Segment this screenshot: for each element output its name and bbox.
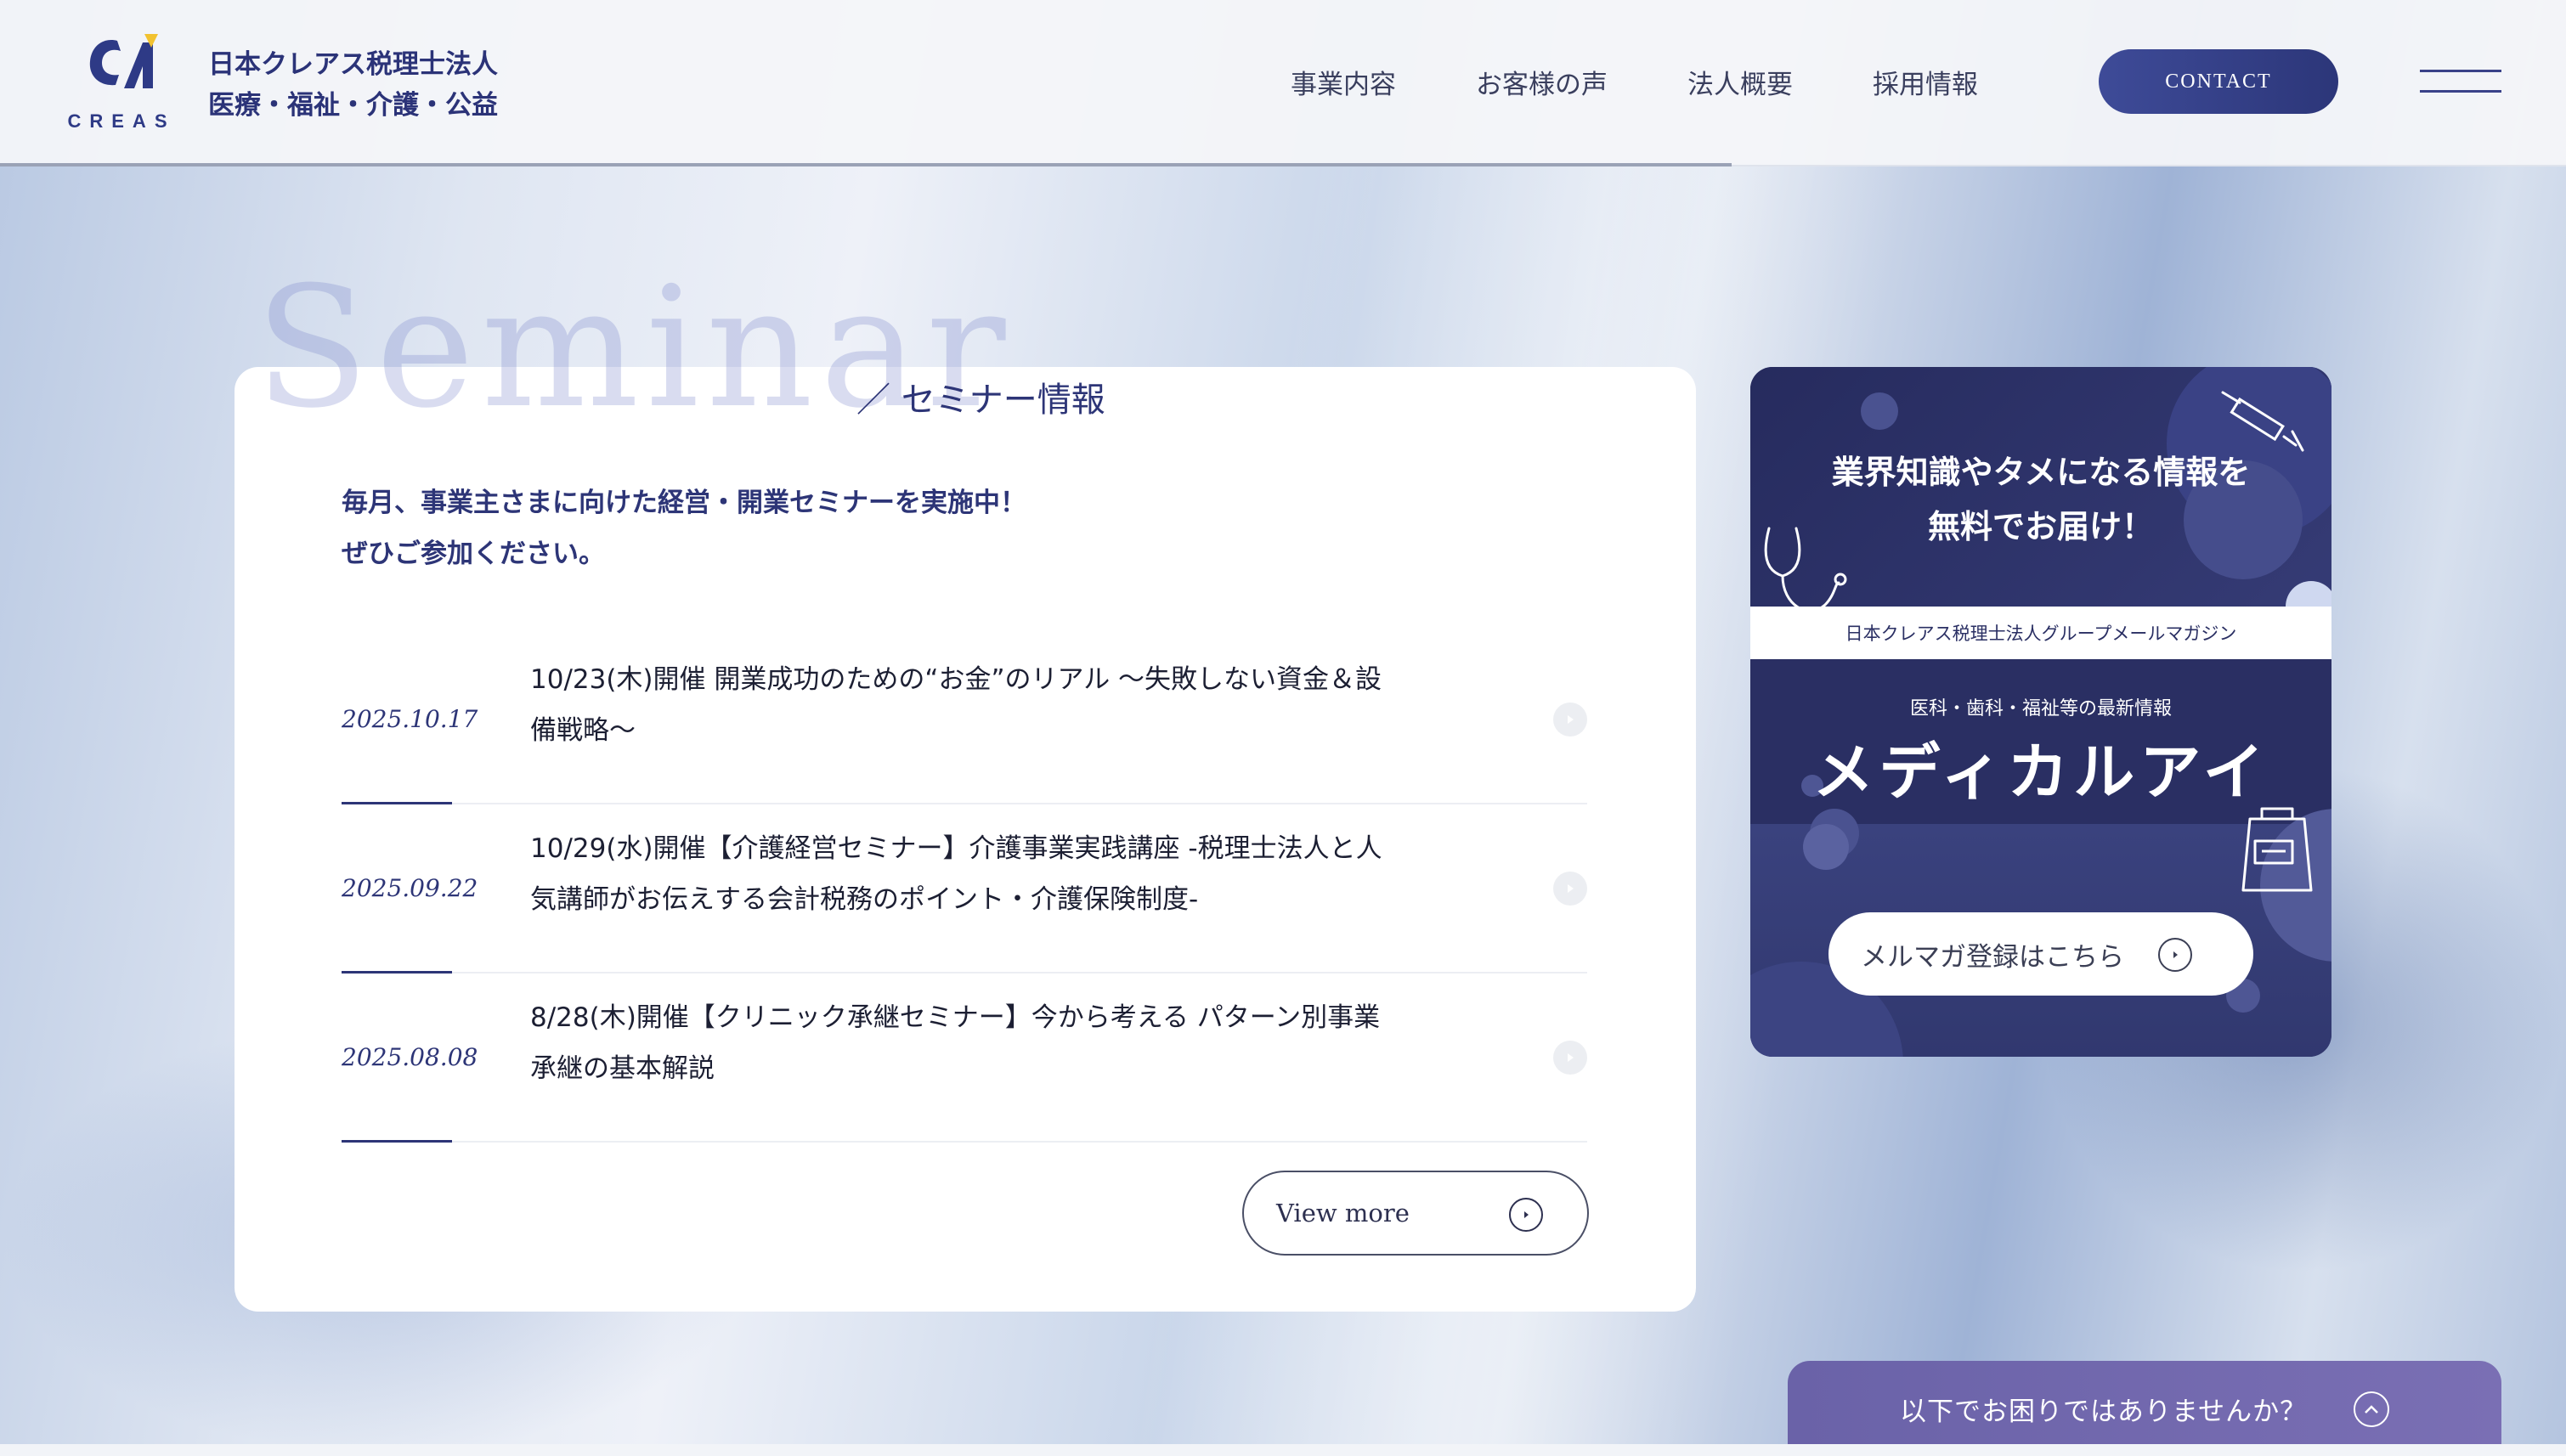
- seminar-item-title[interactable]: 10/29(水)開催【介護経営セミナー】介護事業実践講座 -税理士法人と人気講師…: [530, 823, 1388, 925]
- newsletter-title: メディカルアイ: [1812, 736, 2269, 808]
- play-arrow-icon: [1509, 1198, 1543, 1232]
- newsletter-banner[interactable]: 業界知識やタメになる情報を 無料でお届け！ 日本クレアス税理士法人グループメール…: [1750, 367, 2331, 1057]
- seminar-item-date: 2025.08.08: [342, 1043, 478, 1071]
- deco-bubble: [1861, 392, 1898, 430]
- creas-logo-mark-icon: [89, 34, 158, 88]
- play-arrow-icon: [1553, 702, 1587, 736]
- newsletter-strip: 日本クレアス税理士法人グループメールマガジン: [1750, 607, 2331, 659]
- newsletter-headline-line2: 無料でお届け！: [1927, 508, 2154, 545]
- seminar-item[interactable]: 2025.09.22 10/29(水)開催【介護経営セミナー】介護事業実践講座 …: [342, 804, 1587, 973]
- nav-item-testimonials[interactable]: お客様の声: [1476, 63, 1608, 101]
- medicine-bag-icon: [2241, 807, 2313, 892]
- deco-bubble: [1803, 824, 1849, 870]
- newsletter-headline: 業界知識やタメになる情報を 無料でお届け！: [1750, 445, 2331, 554]
- hamburger-menu-icon[interactable]: [2420, 68, 2501, 97]
- seminar-list: 2025.10.17 10/23(木)開催 開業成功のための“お金”のリアル 〜…: [342, 635, 1587, 1143]
- brand-name-line1: 日本クレアス税理士法人: [208, 49, 498, 80]
- newsletter-signup-label: メルマガ登録はこちら: [1861, 941, 2124, 973]
- seminar-item-date: 2025.09.22: [342, 874, 478, 902]
- help-bar-label: 以下でお困りではありませんか？: [1900, 1396, 2308, 1427]
- seminar-intro-line1: 毎月、事業主さまに向けた経営・開業セミナーを実施中！: [342, 488, 1026, 518]
- view-more-label: View more: [1276, 1199, 1410, 1227]
- newsletter-signup-button[interactable]: メルマガ登録はこちら: [1828, 912, 2253, 996]
- seminar-intro: 毎月、事業主さまに向けた経営・開業セミナーを実施中！ ぜひご参加ください。: [342, 477, 1026, 579]
- next-section-edge: [0, 1444, 2566, 1456]
- chevron-up-icon: [2354, 1391, 2389, 1427]
- site-header: CREAS 日本クレアス税理士法人 医療・福祉・介護・公益 事業内容 お客様の声…: [0, 0, 2566, 166]
- seminar-item[interactable]: 2025.10.17 10/23(木)開催 開業成功のための“お金”のリアル 〜…: [342, 635, 1587, 804]
- nav-item-recruit[interactable]: 採用情報: [1873, 63, 1978, 101]
- play-arrow-icon: [1553, 1040, 1587, 1075]
- contact-button[interactable]: CONTACT: [2099, 49, 2338, 114]
- seminar-card: 毎月、事業主さまに向けた経営・開業セミナーを実施中！ ぜひご参加ください。 20…: [235, 367, 1696, 1312]
- logo-wordmark: CREAS: [67, 110, 176, 132]
- newsletter-sub: 医科・歯科・福祉等の最新情報: [1909, 698, 2172, 720]
- row-underline: [342, 1140, 452, 1143]
- nav-item-company[interactable]: 法人概要: [1687, 63, 1793, 101]
- help-bar[interactable]: 以下でお困りではありませんか？: [1788, 1361, 2501, 1456]
- view-more-button[interactable]: View more: [1242, 1171, 1589, 1256]
- scroll-progress-bar: [0, 163, 1732, 166]
- seminar-item-title[interactable]: 8/28(木)開催【クリニック承継セミナー】今から考える パターン別事業承継の基…: [530, 992, 1388, 1094]
- seminar-item-title[interactable]: 10/23(木)開催 開業成功のための“お金”のリアル 〜失敗しない資金＆設備戦…: [530, 654, 1388, 756]
- nav-item-business[interactable]: 事業内容: [1291, 63, 1396, 101]
- brand-name-line2: 医療・福祉・介護・公益: [208, 90, 498, 121]
- seminar-item[interactable]: 2025.08.08 8/28(木)開催【クリニック承継セミナー】今から考える …: [342, 973, 1587, 1143]
- play-arrow-icon: [1553, 871, 1587, 906]
- main-nav: 事業内容 お客様の声 法人概要 採用情報: [1291, 63, 1978, 101]
- newsletter-headline-line1: 業界知識やタメになる情報を: [1831, 454, 2251, 491]
- creas-logo[interactable]: CREAS: [65, 32, 178, 133]
- seminar-heading-jp: ／ セミナー情報: [856, 381, 1105, 420]
- play-arrow-icon: [2158, 938, 2192, 972]
- seminar-item-date: 2025.10.17: [342, 705, 478, 733]
- brand-name[interactable]: 日本クレアス税理士法人 医療・福祉・介護・公益: [208, 44, 498, 126]
- seminar-intro-line2: ぜひご参加ください。: [342, 539, 605, 569]
